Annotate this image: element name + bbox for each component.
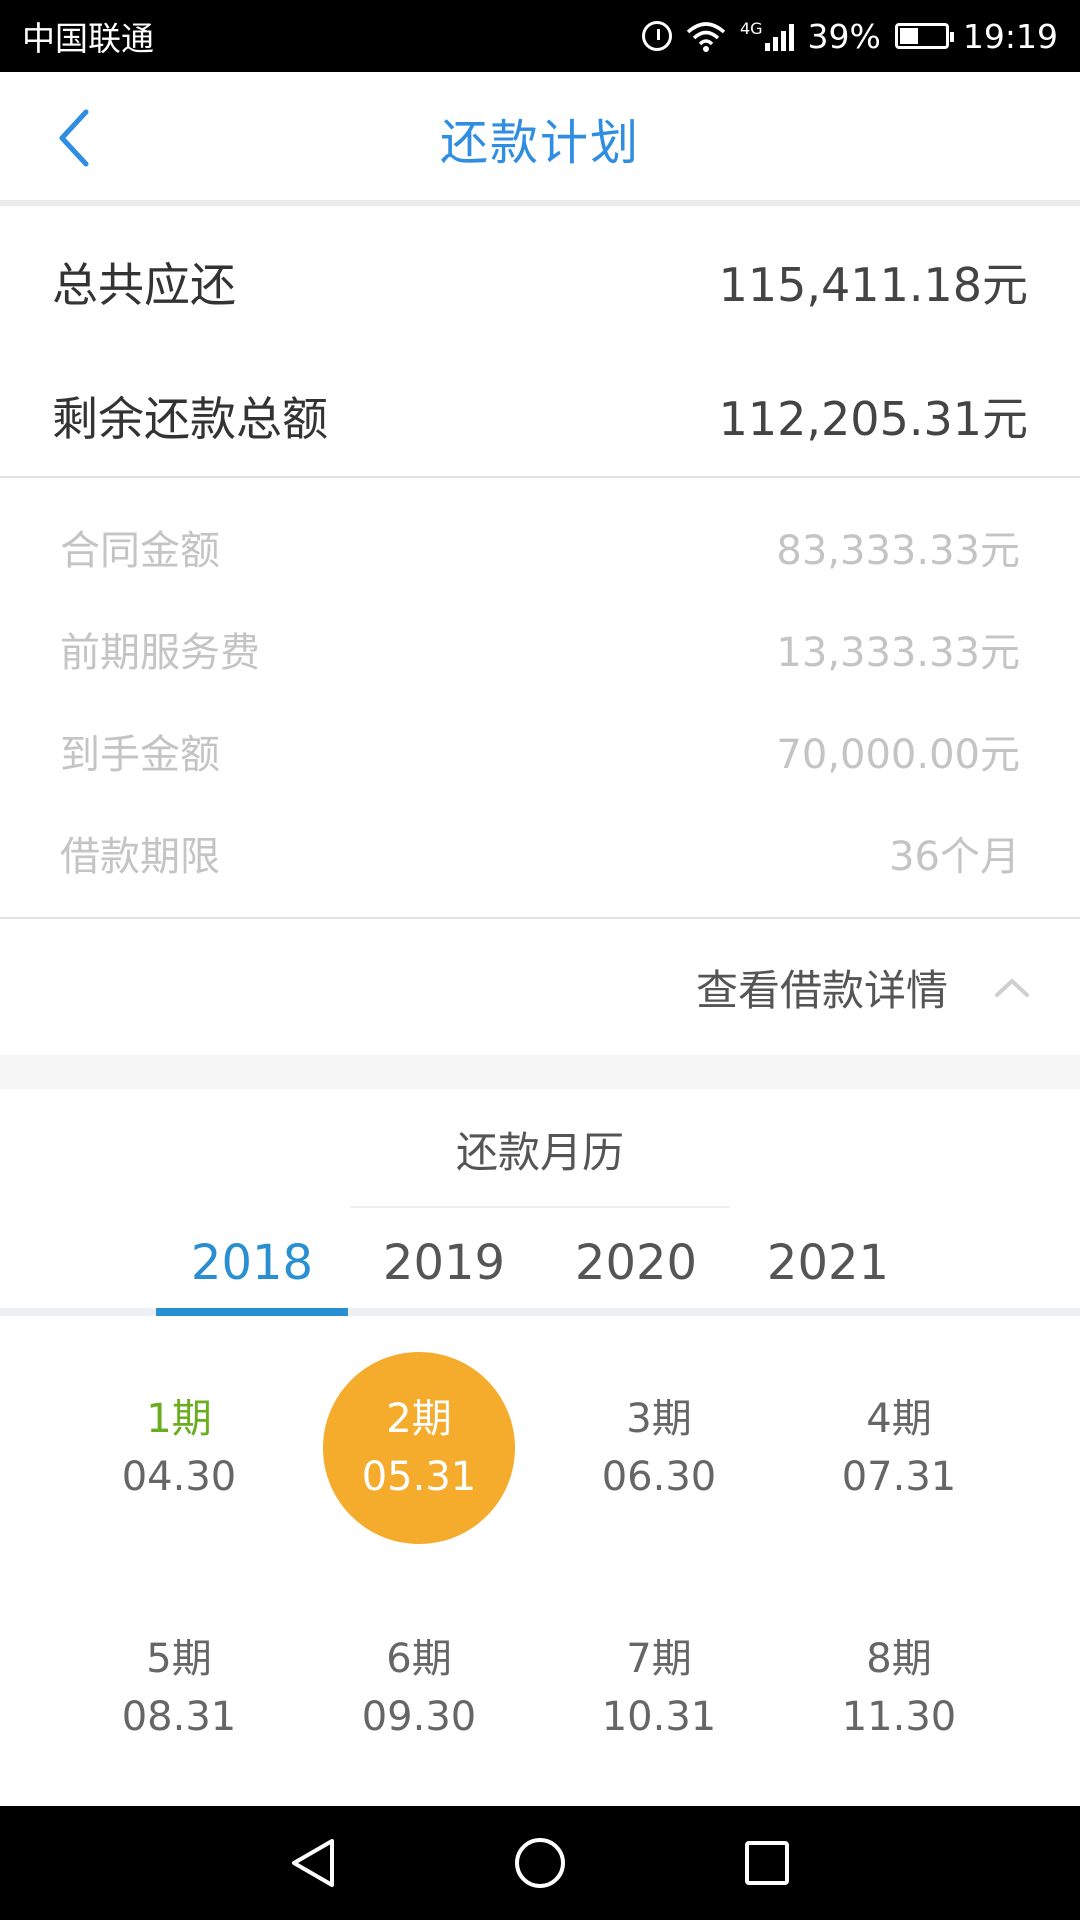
detail-value: 70,000.00元 — [776, 732, 1020, 778]
period-label: 5期 — [146, 1636, 212, 1682]
square-recent-icon — [744, 1841, 789, 1885]
detail-value: 36个月 — [889, 834, 1020, 880]
period-label: 3期 — [626, 1396, 692, 1442]
period-date: 10.31 — [601, 1694, 717, 1740]
tab-indicator — [156, 1308, 348, 1316]
section-gap — [0, 1055, 1080, 1089]
detail-row-contract: 合同金额 83,333.33元 — [60, 502, 1020, 592]
loan-details: 合同金额 83,333.33元 前期服务费 13,333.33元 到手金额 70… — [0, 478, 1080, 918]
detail-value: 83,333.33元 — [776, 528, 1020, 574]
detail-label: 前期服务费 — [60, 630, 260, 676]
remaining-value: 112,205.31元 — [718, 392, 1028, 446]
period-date: 09.30 — [361, 1694, 477, 1740]
year-tabs: 2018 2019 2020 2021 — [156, 1208, 924, 1318]
tab-2021[interactable]: 2021 — [732, 1208, 924, 1318]
period-label: 1期 — [146, 1396, 212, 1442]
period-item-2[interactable]: 2期 05.31 — [323, 1352, 515, 1544]
triangle-back-icon — [292, 1839, 335, 1887]
circle-home-icon — [514, 1838, 565, 1888]
period-label: 8期 — [866, 1636, 932, 1682]
remaining-row: 剩余还款总额 112,205.31元 — [52, 356, 1028, 476]
remaining-label: 剩余还款总额 — [52, 392, 328, 446]
period-date: 07.31 — [841, 1454, 957, 1500]
period-label: 2期 — [386, 1396, 452, 1442]
back-button[interactable] — [44, 106, 104, 170]
page-title: 还款计划 — [439, 115, 640, 171]
detail-label: 合同金额 — [60, 528, 220, 574]
period-item-4[interactable]: 4期 07.31 — [803, 1352, 995, 1544]
detail-value: 13,333.33元 — [776, 630, 1020, 676]
battery-icon — [894, 23, 954, 49]
signal-icon — [764, 21, 794, 51]
total-due-label: 总共应还 — [52, 258, 236, 312]
period-label: 7期 — [626, 1636, 692, 1682]
tab-2019[interactable]: 2019 — [348, 1208, 540, 1318]
battery-percent: 39% — [807, 16, 881, 56]
period-date: 08.31 — [121, 1694, 237, 1740]
detail-row-received: 到手金额 70,000.00元 — [60, 706, 1020, 796]
header: 还款计划 — [0, 72, 1080, 204]
system-nav-bar — [0, 1806, 1080, 1920]
period-grid: 1期 04.30 2期 05.31 3期 06.30 4期 07.31 5期 0… — [0, 1316, 1080, 1806]
totals-section: 总共应还 115,411.18元 剩余还款总额 112,205.31元 — [0, 206, 1080, 476]
period-date: 11.30 — [841, 1694, 957, 1740]
nav-back-button[interactable] — [283, 1833, 343, 1893]
period-item-1[interactable]: 1期 04.30 — [83, 1352, 275, 1544]
toggle-label: 查看借款详情 — [695, 965, 948, 1015]
period-date: 04.30 — [121, 1454, 237, 1500]
period-item-5[interactable]: 5期 08.31 — [83, 1592, 275, 1784]
view-loan-details-toggle[interactable]: 查看借款详情 — [0, 919, 1080, 1055]
total-due-value: 115,411.18元 — [718, 258, 1028, 312]
detail-row-service-fee: 前期服务费 13,333.33元 — [60, 604, 1020, 694]
detail-label: 到手金额 — [60, 732, 220, 778]
clock: 19:19 — [962, 16, 1058, 56]
wifi-icon — [686, 22, 726, 52]
status-bar: 中国联通 4G 39% 19:19 — [0, 0, 1080, 72]
tab-2020[interactable]: 2020 — [540, 1208, 732, 1318]
period-item-3[interactable]: 3期 06.30 — [563, 1352, 755, 1544]
period-date: 06.30 — [601, 1454, 717, 1500]
period-label: 6期 — [386, 1636, 452, 1682]
status-icons: 4G 39% 19:19 — [641, 16, 1058, 56]
chevron-left-icon — [59, 109, 89, 167]
period-item-8[interactable]: 8期 11.30 — [803, 1592, 995, 1784]
calendar-title: 还款月历 — [455, 1127, 624, 1177]
detail-row-term: 借款期限 36个月 — [60, 808, 1020, 898]
period-date: 05.31 — [361, 1454, 477, 1500]
period-label: 4期 — [866, 1396, 932, 1442]
total-due-row: 总共应还 115,411.18元 — [52, 222, 1028, 342]
nav-home-button[interactable] — [510, 1833, 570, 1893]
period-item-7[interactable]: 7期 10.31 — [563, 1592, 755, 1784]
detail-label: 借款期限 — [60, 834, 220, 880]
tab-2018[interactable]: 2018 — [156, 1208, 348, 1318]
alarm-icon — [641, 21, 672, 51]
network-type: 4G — [739, 19, 763, 38]
carrier-name: 中国联通 — [22, 19, 154, 58]
nav-recent-button[interactable] — [737, 1833, 797, 1893]
chevron-up-icon — [992, 967, 1032, 1007]
period-item-6[interactable]: 6期 09.30 — [323, 1592, 515, 1784]
